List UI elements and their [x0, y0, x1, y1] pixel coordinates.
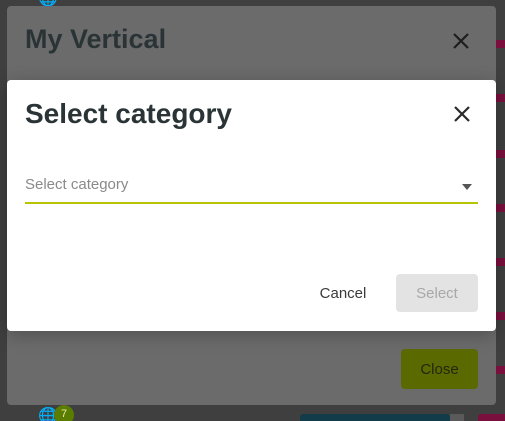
background-accent — [495, 204, 505, 212]
chevron-down-icon — [462, 184, 472, 190]
background-accent — [495, 258, 505, 266]
background-bar — [478, 414, 505, 421]
cancel-button[interactable]: Cancel — [303, 274, 383, 312]
background-bar — [300, 414, 450, 421]
background-accent — [495, 312, 505, 320]
select-button[interactable]: Select — [396, 274, 478, 312]
outer-dialog-title: My Vertical — [25, 24, 167, 54]
close-icon[interactable] — [446, 26, 476, 56]
background-accent — [495, 366, 505, 374]
background-accent — [495, 40, 505, 48]
background-accent — [495, 150, 505, 158]
background-bar — [450, 414, 464, 421]
outer-close-button[interactable]: Close — [401, 349, 478, 389]
dialog-title: Select category — [25, 98, 232, 129]
select-category-dialog: Select category Select category Cancel S… — [7, 80, 496, 331]
category-select-placeholder: Select category — [25, 176, 129, 193]
close-icon[interactable] — [450, 102, 474, 126]
category-select[interactable]: Select category — [25, 170, 478, 204]
notification-badge: 7 — [54, 405, 74, 421]
background-accent — [495, 94, 505, 102]
